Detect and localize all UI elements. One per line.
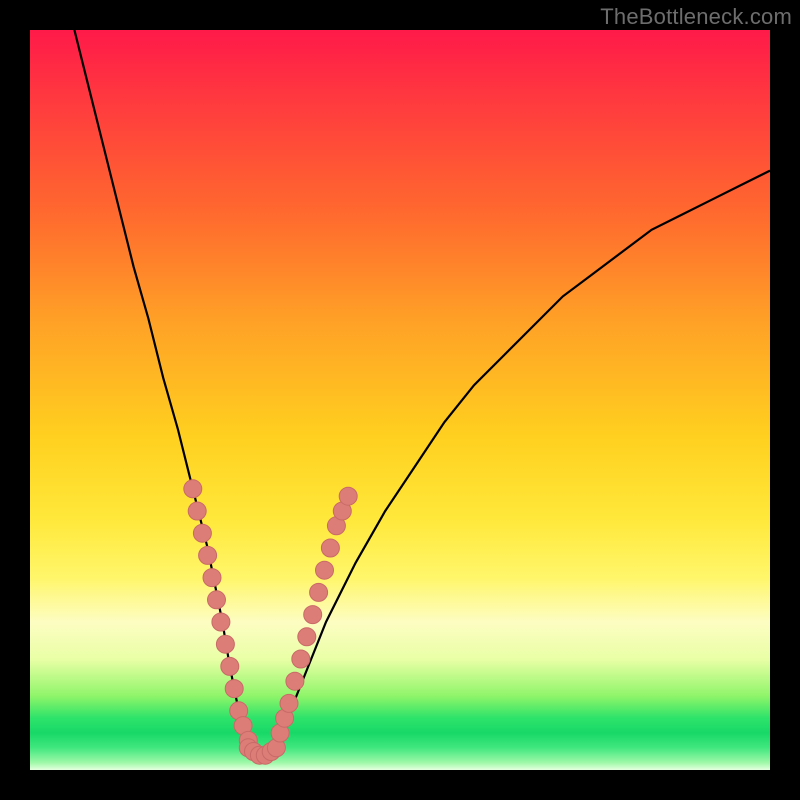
curve-markers-bottom [239, 739, 285, 764]
chart-svg [30, 30, 770, 770]
curve-marker [203, 569, 221, 587]
curve-marker [310, 583, 328, 601]
watermark-text: TheBottleneck.com [600, 4, 792, 30]
outer-frame: TheBottleneck.com [0, 0, 800, 800]
bottleneck-curve [74, 30, 770, 755]
curve-marker [298, 628, 316, 646]
curve-markers-right [271, 487, 357, 742]
chart-plot-area [30, 30, 770, 770]
curve-marker [193, 524, 211, 542]
curve-marker [216, 635, 234, 653]
curve-marker [292, 650, 310, 668]
curve-marker [339, 487, 357, 505]
curve-markers-left [184, 480, 257, 750]
curve-marker [208, 591, 226, 609]
curve-marker [280, 694, 298, 712]
curve-marker [184, 480, 202, 498]
curve-marker [316, 561, 334, 579]
curve-marker [199, 546, 217, 564]
curve-marker [212, 613, 230, 631]
curve-marker [188, 502, 206, 520]
curve-marker [225, 680, 243, 698]
curve-marker [221, 657, 239, 675]
curve-marker [286, 672, 304, 690]
curve-marker [304, 606, 322, 624]
curve-marker [321, 539, 339, 557]
